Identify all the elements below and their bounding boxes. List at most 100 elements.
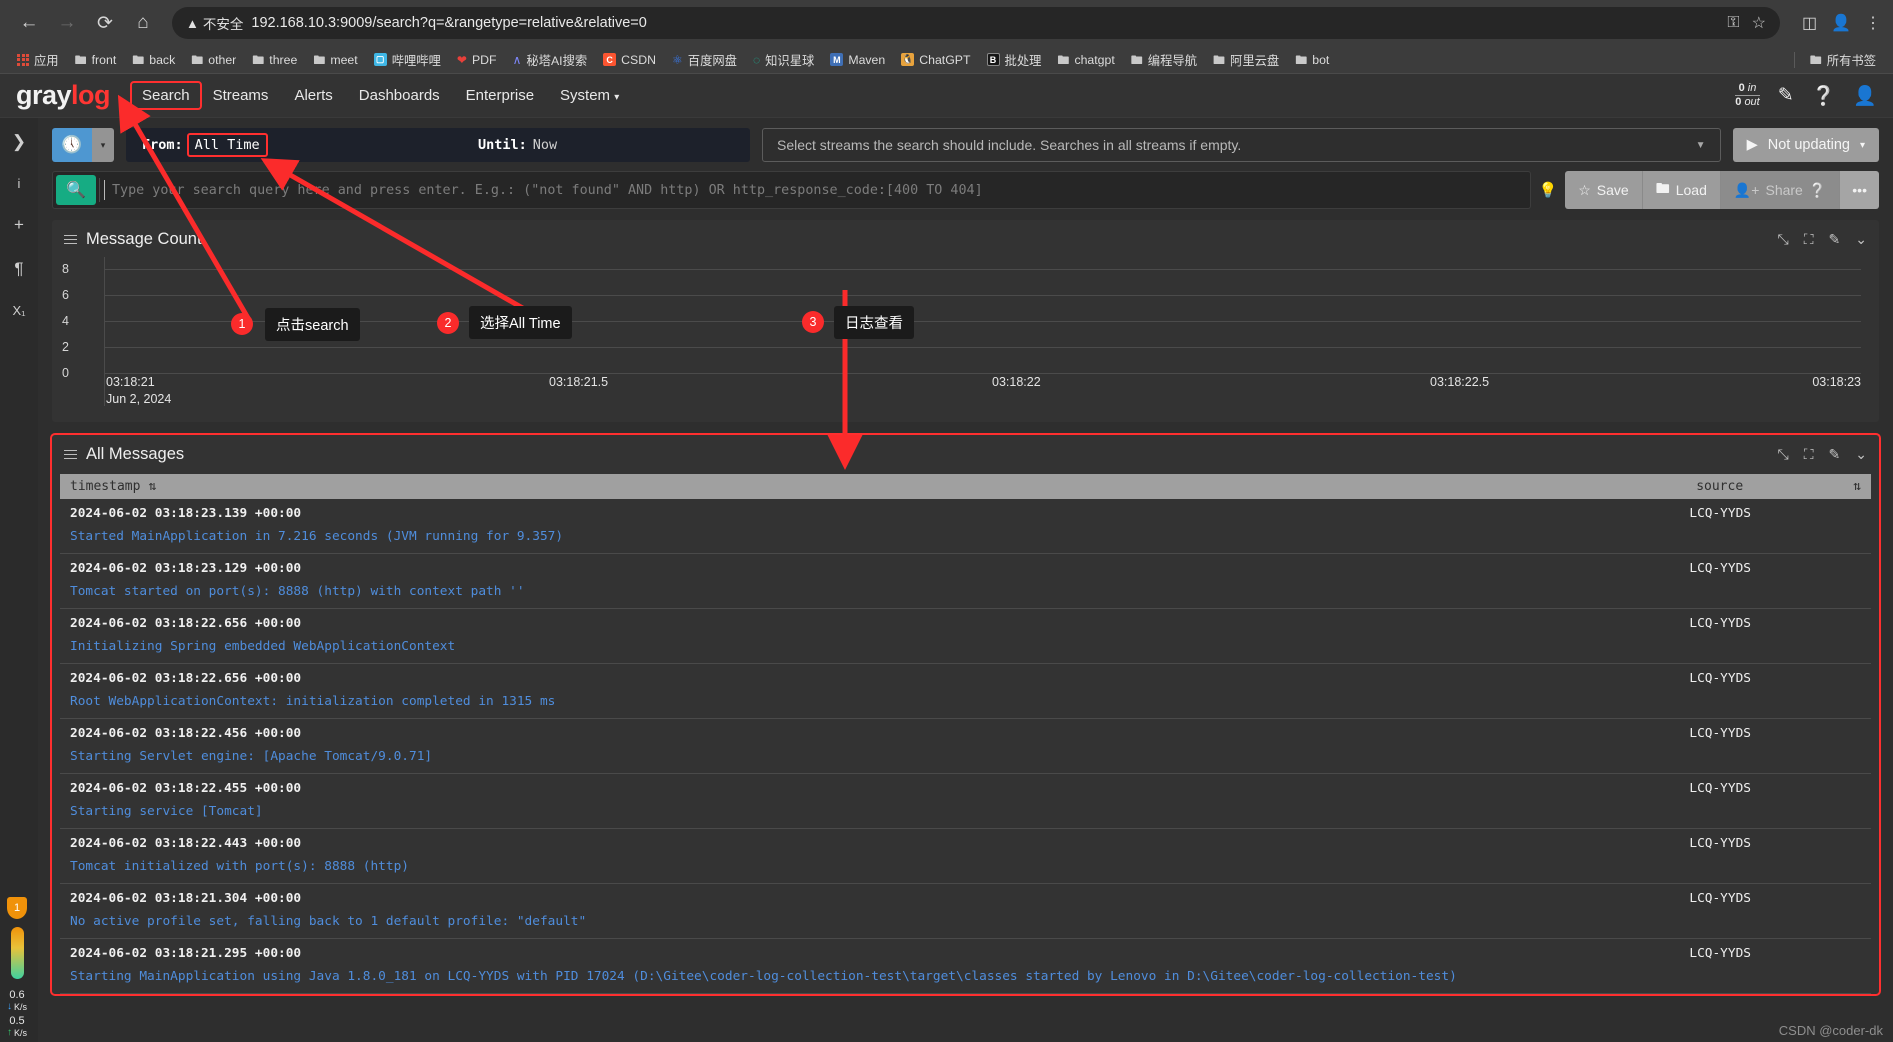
forward-button[interactable]: → — [50, 6, 84, 40]
row-message: Starting Servlet engine: [Apache Tomcat/… — [70, 749, 433, 764]
table-row[interactable]: 2024-06-02 03:18:23.139 +00:00 LCQ-YYDS … — [60, 499, 1871, 554]
table-row[interactable]: 2024-06-02 03:18:21.304 +00:00 LCQ-YYDS … — [60, 884, 1871, 939]
share-button[interactable]: 👤+ Share ❔ — [1720, 171, 1841, 209]
user-avatar-icon[interactable]: 👤 — [1853, 84, 1877, 108]
back-button[interactable]: ← — [12, 6, 46, 40]
timerange-type-button[interactable]: 🕔 ▾ — [52, 128, 114, 162]
plus-icon[interactable]: + — [14, 215, 24, 235]
bookmark-biancheng[interactable]: 🖿 编程导航 — [1124, 49, 1204, 71]
nav-item-system[interactable]: System ▾ — [547, 82, 632, 109]
nav-item-dashboards[interactable]: Dashboards — [346, 82, 453, 109]
bookmark-aliyun-pan[interactable]: 🖿 阿里云盘 — [1206, 49, 1286, 71]
nav-item-alerts[interactable]: Alerts — [281, 82, 345, 109]
table-row[interactable]: 2024-06-02 03:18:22.656 +00:00 LCQ-YYDS … — [60, 664, 1871, 719]
share-label: Share — [1765, 182, 1803, 198]
stream-selector[interactable]: Select streams the search should include… — [762, 128, 1721, 162]
sort-icon[interactable]: ⇅ — [148, 479, 156, 494]
edit-icon[interactable]: ✎ — [1829, 446, 1841, 463]
bookmark-baidu-pan[interactable]: ⚛ 百度网盘 — [665, 49, 744, 71]
more-actions-button[interactable]: ••• — [1840, 171, 1879, 209]
fullscreen-icon[interactable]: ⛶ — [1804, 446, 1814, 463]
table-row[interactable]: 2024-06-02 03:18:22.456 +00:00 LCQ-YYDS … — [60, 719, 1871, 774]
table-row[interactable]: 2024-06-02 03:18:22.443 +00:00 LCQ-YYDS … — [60, 829, 1871, 884]
bookmark-meet[interactable]: 🖿 meet — [306, 51, 364, 69]
zsxq-icon: ◌ — [752, 52, 761, 67]
address-bar[interactable]: ▲ 不安全 192.168.10.3:9009/search?q=&ranget… — [172, 7, 1780, 39]
extensions-icon[interactable]: ◫ — [1802, 13, 1817, 33]
nav-item-streams[interactable]: Streams — [200, 82, 282, 109]
password-key-icon[interactable]: ⚿ — [1727, 14, 1739, 32]
save-button[interactable]: ☆ Save — [1565, 171, 1643, 209]
bookmark-star-icon[interactable]: ☆ — [1752, 13, 1766, 33]
profile-icon[interactable]: 👤 — [1831, 13, 1851, 33]
search-input[interactable]: Type your search query here and press en… — [99, 178, 1530, 202]
nav-item-enterprise[interactable]: Enterprise — [453, 82, 547, 109]
chrome-menu-icon[interactable]: ⋮ — [1865, 13, 1881, 33]
folder-icon: 🖿 — [1809, 52, 1822, 67]
temperature-gauge-icon[interactable] — [10, 927, 24, 979]
hamburger-icon[interactable] — [64, 234, 77, 245]
row-timestamp: 2024-06-02 03:18:22.443 +00:00 — [70, 836, 302, 851]
query-box[interactable]: 🔍 Type your search query here and press … — [52, 171, 1532, 209]
bookmark-chatgpt[interactable]: 🐧 ChatGPT — [894, 51, 977, 69]
chevron-down-icon[interactable]: ▾ — [92, 128, 114, 162]
move-resize-icon[interactable]: ⤡ — [1778, 446, 1789, 463]
column-header-timestamp[interactable]: timestamp — [70, 479, 140, 494]
annotation-badge-1: 1 — [231, 313, 253, 335]
bookmark-batch[interactable]: B 批处理 — [980, 49, 1049, 71]
bookmark-front[interactable]: 🖿 front — [68, 51, 124, 69]
shield-badge-icon[interactable]: 1 — [7, 897, 27, 919]
bookmark-maven[interactable]: M Maven — [823, 51, 892, 69]
security-chip[interactable]: ▲ 不安全 — [186, 13, 243, 33]
pencil-square-icon[interactable]: ✎ — [1778, 84, 1794, 107]
chevron-down-icon[interactable]: ⌄ — [1855, 231, 1867, 248]
chevron-down-icon[interactable]: ⌄ — [1855, 446, 1867, 463]
reload-button[interactable]: ⟳ — [88, 6, 122, 40]
from-value[interactable]: All Time — [186, 133, 268, 157]
bookmark-back[interactable]: 🖿 back — [125, 51, 182, 69]
nav-item-search[interactable]: Search — [130, 81, 202, 110]
chevron-right-icon[interactable]: ❯ — [12, 132, 26, 152]
logo-gray: gray — [16, 80, 72, 110]
help-circle-icon[interactable]: ❔ — [1812, 84, 1836, 108]
table-row[interactable]: 2024-06-02 03:18:21.295 +00:00 LCQ-YYDS … — [60, 939, 1871, 994]
bookmark-three[interactable]: 🖿 three — [245, 51, 304, 69]
search-magnifier-icon[interactable]: 🔍 — [56, 175, 96, 205]
paragraph-icon[interactable]: ¶ — [14, 259, 23, 279]
bookmark-other[interactable]: 🖿 other — [184, 51, 243, 69]
until-value[interactable]: Now — [533, 137, 557, 153]
fullscreen-icon[interactable]: ⛶ — [1804, 231, 1814, 248]
table-row[interactable]: 2024-06-02 03:18:22.455 +00:00 LCQ-YYDS … — [60, 774, 1871, 829]
x-tick-3: 03:18:22.5 — [1430, 375, 1490, 389]
edit-icon[interactable]: ✎ — [1829, 231, 1841, 248]
refresh-control-button[interactable]: ▶ Not updating ▾ — [1732, 128, 1879, 162]
column-header-source[interactable]: source — [1696, 479, 1743, 494]
lightbulb-icon[interactable]: 💡 — [1531, 171, 1565, 209]
row-source: LCQ-YYDS — [1689, 616, 1751, 631]
bookmark-apps[interactable]: 应用 — [10, 49, 66, 71]
bookmark-zsxq[interactable]: ◌ 知识星球 — [746, 49, 821, 71]
hamburger-icon[interactable] — [64, 449, 77, 460]
timerange-display[interactable]: From: All Time Until: Now — [126, 128, 750, 162]
bookmark-pdf[interactable]: ❤ PDF — [450, 51, 504, 69]
table-row[interactable]: 2024-06-02 03:18:23.129 +00:00 LCQ-YYDS … — [60, 554, 1871, 609]
help-circle-icon[interactable]: ❔ — [1809, 182, 1826, 199]
info-icon[interactable]: i — [18, 176, 21, 191]
move-resize-icon[interactable]: ⤡ — [1778, 231, 1789, 248]
table-row[interactable]: 2024-06-02 03:18:22.656 +00:00 LCQ-YYDS … — [60, 609, 1871, 664]
sort-icon[interactable]: ⇅ — [1853, 479, 1861, 494]
load-button[interactable]: 🖿 Load — [1642, 171, 1721, 209]
all-bookmarks-button[interactable]: 🖿 所有书签 — [1803, 49, 1883, 71]
subscript-icon[interactable]: X₁ — [12, 303, 25, 318]
bookmark-label: bot — [1312, 52, 1330, 67]
bookmark-csdn[interactable]: C CSDN — [596, 51, 663, 69]
bookmark-metaso[interactable]: ∧ 秘塔AI搜索 — [506, 49, 595, 71]
y-tick-0: 0 — [62, 366, 69, 380]
bookmark-label: PDF — [471, 52, 497, 67]
bookmark-bot[interactable]: 🖿 bot — [1288, 51, 1336, 69]
bookmark-bilibili[interactable]: ▢ 哔哩哔哩 — [367, 49, 448, 71]
graylog-logo[interactable]: gray log — [16, 80, 111, 111]
home-button[interactable]: ⌂ — [126, 6, 160, 40]
bookmark-chatgpt-folder[interactable]: 🖿 chatgpt — [1050, 51, 1121, 69]
row-source: LCQ-YYDS — [1689, 506, 1751, 521]
